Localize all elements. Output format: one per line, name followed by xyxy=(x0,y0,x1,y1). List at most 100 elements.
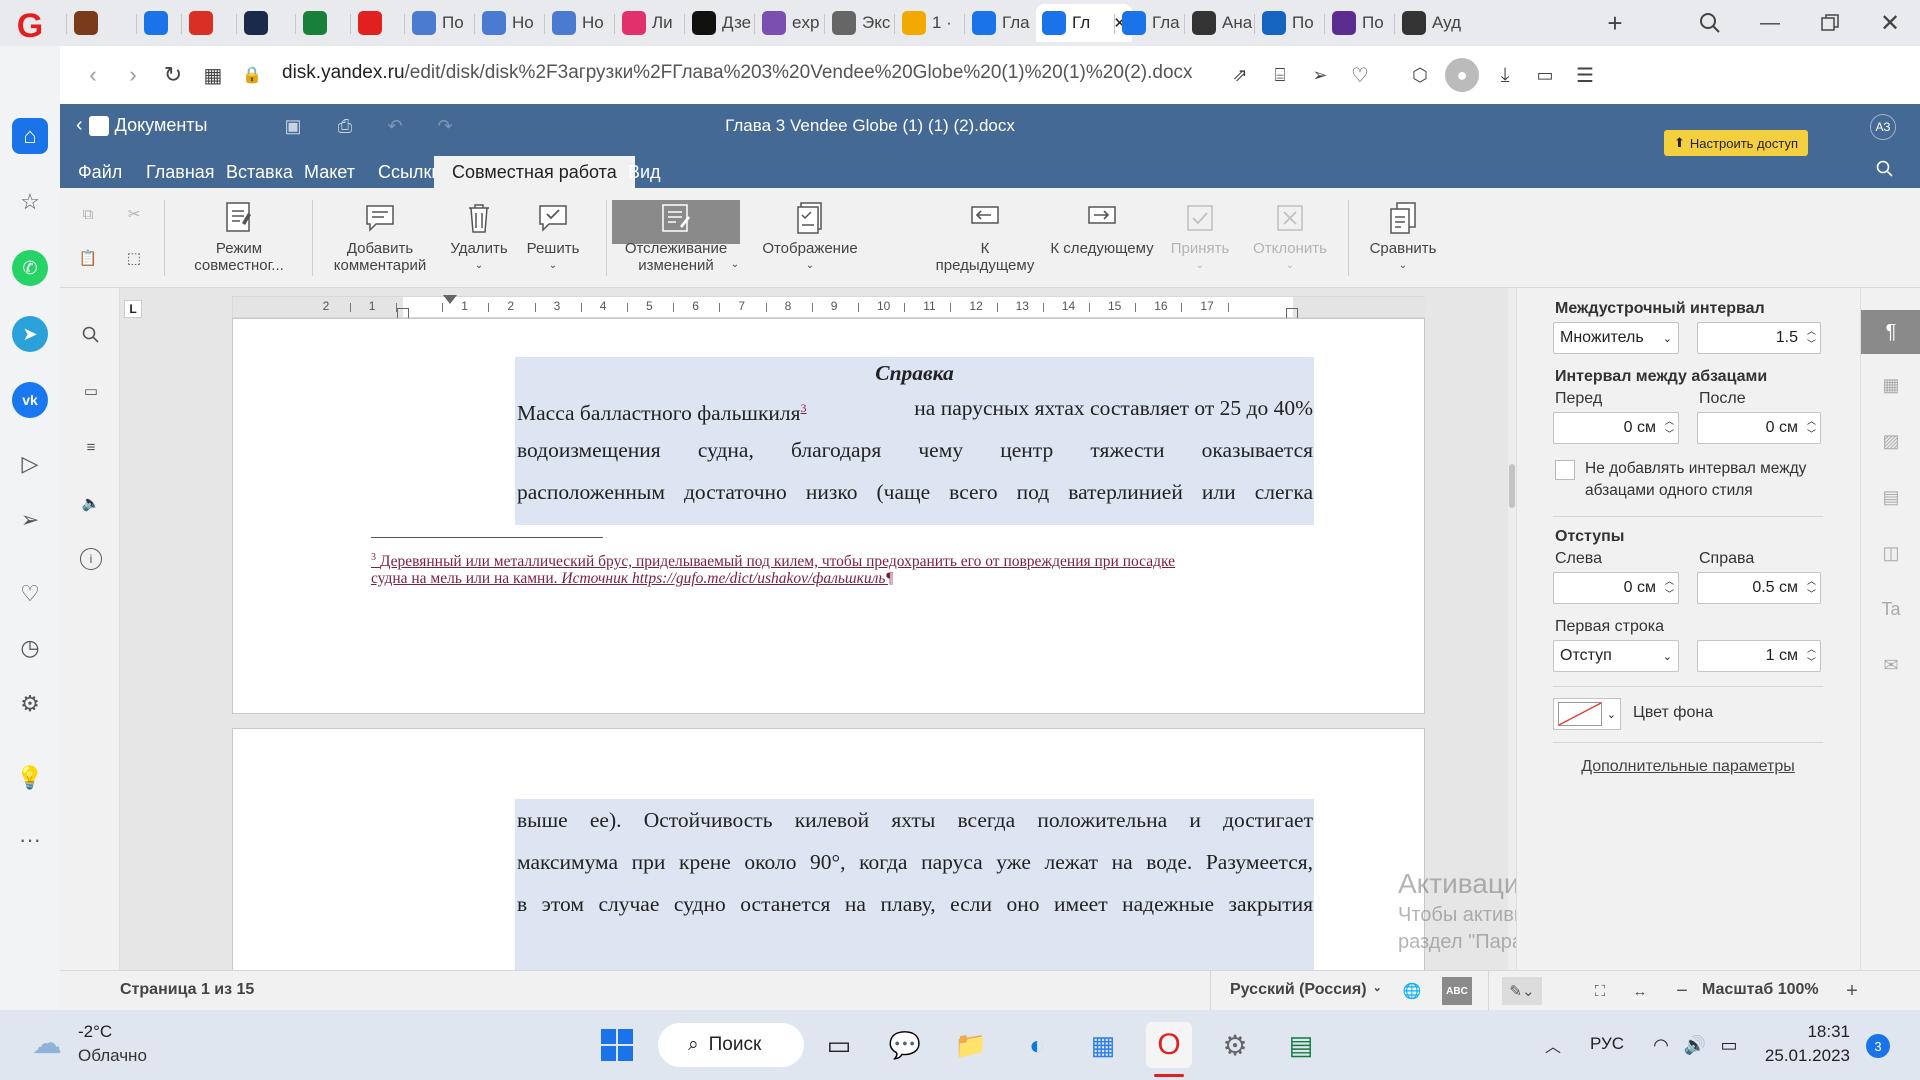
yandex-browser-logo-icon[interactable]: G xyxy=(10,6,50,46)
start-windows-icon[interactable] xyxy=(594,1022,640,1068)
extensions-cube-icon[interactable]: ⬡ xyxy=(1405,60,1435,90)
document-canvas[interactable]: L 2 1 1 2 3 4 5 6 7 8 9 10 11 12 13 14 15 16 17 Справка Ма… xyxy=(120,288,1516,970)
accept-button[interactable]: Принять ⌄ xyxy=(1158,200,1242,274)
select-all-icon[interactable]: ⬚ xyxy=(122,246,146,270)
mail-merge-icon[interactable]: ✉ xyxy=(1876,650,1906,680)
browser-tab[interactable]: Ли xyxy=(616,4,682,42)
undo-icon[interactable]: ↶ xyxy=(382,114,408,138)
copy-icon[interactable]: ⧉ xyxy=(76,202,100,226)
browser-tab[interactable]: Но xyxy=(546,4,612,42)
scrollbar-thumb[interactable] xyxy=(1509,464,1515,508)
zoom-in-icon[interactable]: + xyxy=(1840,979,1864,1003)
left-indent-marker[interactable] xyxy=(397,308,409,318)
menu-tab[interactable]: Вид xyxy=(610,156,679,188)
taskbar-search-box[interactable]: ⌕ Поиск xyxy=(658,1023,804,1067)
clock-date[interactable]: 25.01.2023 xyxy=(1746,1046,1850,1066)
clock-time[interactable]: 18:31 xyxy=(1770,1022,1850,1042)
minimize-icon[interactable]: — xyxy=(1755,8,1785,38)
left-indent-field[interactable]: 0 см ︿ ﹀ xyxy=(1553,572,1679,604)
horizontal-ruler[interactable]: 2 1 1 2 3 4 5 6 7 8 9 10 11 12 13 14 15 16 17 xyxy=(232,295,1426,318)
browser-tab[interactable]: По xyxy=(406,4,472,42)
teams-chat-icon[interactable]: 💬 xyxy=(882,1022,928,1068)
first-line-value-field[interactable]: 1 см ︿ ﹀ xyxy=(1697,640,1821,672)
display-mode-button[interactable]: Отображение ⌄ xyxy=(750,200,870,274)
find-icon[interactable] xyxy=(80,324,102,346)
browser-tab[interactable]: По xyxy=(1326,4,1392,42)
paragraph-settings-icon[interactable]: ¶ xyxy=(1861,310,1920,354)
share-access-button[interactable]: ⬆ Настроить доступ xyxy=(1664,130,1808,156)
reject-button[interactable]: Отклонить ⌄ xyxy=(1242,200,1338,274)
right-indent-marker[interactable] xyxy=(1286,308,1298,318)
vk-icon[interactable]: vk xyxy=(12,382,48,418)
first-line-indent-marker[interactable] xyxy=(443,295,457,304)
opera-taskbar-icon[interactable]: O xyxy=(1146,1022,1192,1068)
right-indent-field[interactable]: 0.5 см ︿ ﹀ xyxy=(1697,572,1821,604)
notification-badge[interactable]: 3 xyxy=(1866,1034,1890,1058)
spellcheck-icon[interactable]: ABC xyxy=(1442,977,1472,1005)
browser-tab[interactable] xyxy=(138,4,178,42)
weather-cloud-icon[interactable]: ☁ xyxy=(28,1027,66,1060)
browser-tab[interactable] xyxy=(297,4,337,42)
no-interval-checkbox[interactable] xyxy=(1555,460,1575,480)
more-dots-icon[interactable]: ··· xyxy=(12,822,48,858)
cut-icon[interactable]: ✂ xyxy=(122,202,146,226)
file-explorer-icon[interactable]: 📁 xyxy=(948,1022,994,1068)
previous-change-button[interactable]: К предыдущему xyxy=(920,200,1050,274)
browser-tab[interactable] xyxy=(183,4,223,42)
user-avatar[interactable]: АЗ xyxy=(1870,114,1896,140)
paste-icon[interactable]: 📋 xyxy=(76,246,100,270)
battery-tray-icon[interactable]: ▭ xyxy=(1716,1032,1742,1058)
spinner-arrows-icon[interactable]: ︿ ﹀ xyxy=(1665,415,1674,441)
tab-stop-selector[interactable]: L xyxy=(124,300,142,318)
shape-settings-icon[interactable]: ◫ xyxy=(1876,538,1906,568)
wifi-icon[interactable]: ◠ xyxy=(1648,1032,1674,1058)
comments-panel-icon[interactable]: ▭ xyxy=(80,380,102,402)
browser-menu-icon[interactable]: ☰ xyxy=(1570,60,1600,90)
volume-icon[interactable]: 🔊 xyxy=(1682,1032,1708,1058)
spinner-arrows-icon[interactable]: ︿ ﹀ xyxy=(1807,415,1816,441)
browser-tab[interactable]: Ана xyxy=(1186,4,1252,42)
home-icon[interactable]: ⌂ xyxy=(12,118,48,154)
download-icon[interactable]: ⤓ xyxy=(1490,60,1520,90)
track-changes-status-icon[interactable]: ✎⌄ xyxy=(1502,977,1542,1005)
page-2[interactable]: выше ее). Остойчивость килевой яхты всег… xyxy=(232,728,1425,970)
spinner-arrows-icon[interactable]: ︿ ﹀ xyxy=(1807,643,1816,669)
spacing-before-field[interactable]: 0 см ︿ ﹀ xyxy=(1553,412,1679,444)
close-window-icon[interactable]: ✕ xyxy=(1875,8,1905,38)
bookmark-heart-icon[interactable]: ♡ xyxy=(1345,60,1375,90)
compare-button[interactable]: Сравнить ⌄ xyxy=(1358,200,1448,274)
store-icon[interactable]: ▦ xyxy=(1080,1022,1126,1068)
track-changes-button[interactable]: Отслеживание изменений ⌄ xyxy=(612,200,740,274)
browser-tab[interactable] xyxy=(68,4,108,42)
line-spacing-value-field[interactable]: 1.5 ︿ ﹀ xyxy=(1697,322,1821,354)
heart-icon[interactable]: ♡ xyxy=(12,576,48,612)
zoom-out-icon[interactable]: − xyxy=(1670,979,1694,1003)
resolve-button[interactable]: Решить ⌄ xyxy=(518,200,588,274)
next-change-button[interactable]: К следующему xyxy=(1040,200,1164,257)
co-editing-mode-button[interactable]: Режим совместног... xyxy=(178,200,300,274)
line-spacing-type-select[interactable]: Множитель ⌄ xyxy=(1553,322,1679,354)
background-color-picker[interactable]: ⌄ xyxy=(1553,698,1621,730)
url-field[interactable]: disk.yandex.ru/edit/disk/disk%2F3агрузки… xyxy=(282,62,1193,84)
add-comment-button[interactable]: Добавить комментарий xyxy=(322,200,438,274)
task-view-icon[interactable]: ▭ xyxy=(816,1022,862,1068)
spinner-arrows-icon[interactable]: ︿ ﹀ xyxy=(1665,575,1674,601)
spreadsheet-app-icon[interactable]: ▤ xyxy=(1278,1022,1324,1068)
history-clock-icon[interactable]: ◷ xyxy=(12,630,48,666)
browser-tab[interactable]: 1 · xyxy=(896,4,962,42)
fit-page-icon[interactable]: ⛶ xyxy=(1588,979,1612,1003)
send-icon[interactable]: ➢ xyxy=(12,502,48,538)
footnote-source-url[interactable]: https://gufo.me/dict/ushakov/фальшкиль¶ xyxy=(632,570,894,587)
forward-icon[interactable]: › xyxy=(118,60,148,90)
input-language[interactable]: РУС xyxy=(1590,1034,1624,1054)
fit-width-icon[interactable]: ↔ xyxy=(1628,979,1652,1003)
speaker-icon[interactable]: 🔈 xyxy=(80,492,102,514)
play-icon[interactable]: ▷ xyxy=(12,446,48,482)
footnote-reference[interactable]: 3 xyxy=(801,401,807,415)
browser-tab[interactable] xyxy=(238,4,278,42)
navigation-icon[interactable]: ≡ xyxy=(80,436,102,458)
browser-tab[interactable]: Гла xyxy=(1116,4,1182,42)
settings-gear-icon[interactable]: ⚙ xyxy=(12,686,48,722)
spinner-arrows-icon[interactable]: ︿ ﹀ xyxy=(1807,325,1816,351)
browser-tab[interactable]: Но xyxy=(476,4,542,42)
